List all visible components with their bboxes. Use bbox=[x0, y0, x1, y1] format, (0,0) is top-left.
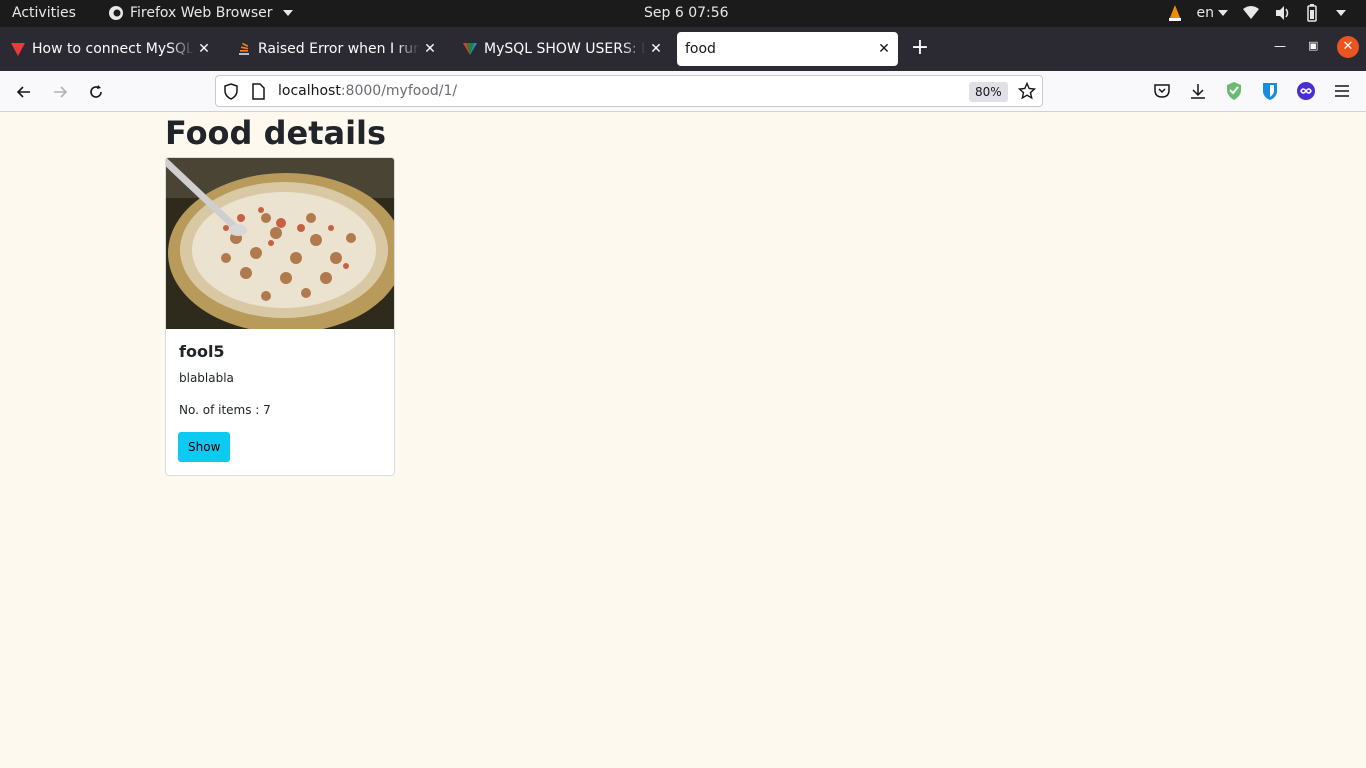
url-bar[interactable]: localhost:8000/myfood/1/ 80% bbox=[215, 75, 1043, 107]
url-host: localhost bbox=[278, 83, 341, 99]
food-items-count: No. of items : 7 bbox=[179, 403, 271, 417]
tab-mysql-show-users[interactable]: MySQL SHOW USERS: List ✕ bbox=[452, 32, 670, 66]
download-icon[interactable] bbox=[1188, 81, 1208, 101]
app-name: Firefox Web Browser bbox=[130, 5, 273, 21]
new-tab-button[interactable]: + bbox=[908, 37, 932, 59]
system-top-bar: Activities Firefox Web Browser Sep 6 07:… bbox=[0, 0, 1366, 27]
arrow-right-icon bbox=[54, 86, 68, 98]
reload-icon bbox=[90, 85, 102, 98]
tab-strip: How to connect MySQL to ✕ Raised Error w… bbox=[0, 27, 1366, 71]
wifi-icon bbox=[1243, 6, 1259, 19]
chevron-down-icon bbox=[1336, 10, 1346, 16]
url-text[interactable]: localhost:8000/myfood/1/ bbox=[278, 83, 457, 99]
pocket-icon[interactable] bbox=[1152, 81, 1172, 101]
arrow-left-icon bbox=[16, 86, 30, 98]
vivaldi-icon bbox=[11, 43, 25, 56]
tab-label: How to connect MySQL to bbox=[32, 41, 194, 57]
bookmark-star-icon[interactable] bbox=[1018, 82, 1036, 100]
mysqltutorial-icon bbox=[463, 43, 477, 55]
battery-icon bbox=[1307, 4, 1317, 22]
tab-food[interactable]: food ✕ bbox=[677, 32, 898, 66]
tab-label: Raised Error when I run p bbox=[258, 41, 420, 57]
page-title: Food details bbox=[165, 114, 387, 152]
page-content: Food details fool5 blablabla No. of item… bbox=[0, 112, 1366, 768]
firefox-icon bbox=[109, 6, 123, 20]
show-button[interactable]: Show bbox=[178, 432, 231, 462]
activities-button[interactable]: Activities bbox=[12, 5, 76, 21]
minimize-button[interactable]: — bbox=[1274, 39, 1286, 53]
forward-button[interactable] bbox=[48, 80, 72, 104]
tab-label: food bbox=[685, 41, 716, 57]
chevron-down-icon bbox=[1218, 10, 1228, 16]
close-tab-icon[interactable]: ✕ bbox=[874, 41, 894, 57]
language-indicator[interactable]: en bbox=[1197, 5, 1228, 21]
system-tray[interactable]: en bbox=[1167, 4, 1346, 22]
close-tab-icon[interactable]: ✕ bbox=[194, 41, 214, 57]
close-tab-icon[interactable]: ✕ bbox=[420, 41, 440, 57]
page-icon[interactable] bbox=[251, 83, 265, 100]
volume-icon bbox=[1276, 6, 1289, 20]
close-tab-icon[interactable]: ✕ bbox=[646, 41, 666, 57]
tab-raised-error[interactable]: Raised Error when I run p ✕ bbox=[226, 32, 444, 66]
hamburger-menu-icon[interactable] bbox=[1332, 81, 1352, 101]
zoom-level-button[interactable]: 80% bbox=[969, 82, 1008, 102]
chevron-down-icon bbox=[282, 10, 293, 16]
food-description: blablabla bbox=[179, 371, 234, 385]
back-button[interactable] bbox=[12, 80, 36, 104]
tab-how-to-connect-mysql[interactable]: How to connect MySQL to ✕ bbox=[0, 32, 218, 66]
vlc-icon[interactable] bbox=[1167, 4, 1183, 22]
stackoverflow-icon bbox=[239, 42, 249, 55]
food-image bbox=[166, 158, 394, 329]
shield-icon[interactable] bbox=[223, 83, 239, 100]
reload-button[interactable] bbox=[84, 80, 108, 104]
bitwarden-icon[interactable] bbox=[1260, 81, 1280, 101]
food-card: fool5 blablabla No. of items : 7 Show bbox=[165, 157, 395, 476]
tab-label: MySQL SHOW USERS: List bbox=[484, 41, 646, 57]
app-menu[interactable]: Firefox Web Browser bbox=[108, 5, 293, 21]
close-window-button[interactable]: ✕ bbox=[1337, 36, 1359, 58]
adguard-shield-icon[interactable] bbox=[1224, 81, 1244, 101]
clock[interactable]: Sep 6 07:56 bbox=[644, 5, 729, 21]
url-path: :8000/myfood/1/ bbox=[340, 83, 458, 99]
extension-infinity-icon[interactable] bbox=[1296, 81, 1316, 101]
food-title: fool5 bbox=[179, 342, 225, 361]
restore-button[interactable]: ▣ bbox=[1308, 39, 1318, 52]
